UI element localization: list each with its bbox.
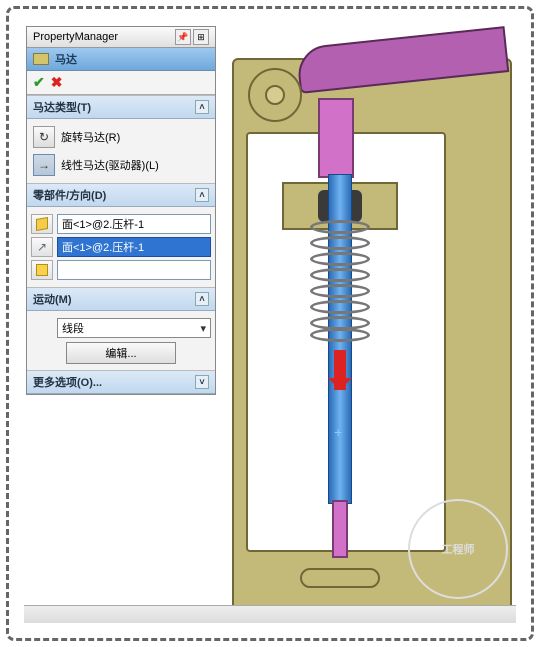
property-manager-panel: PropertyManager 📌 ⊞ 马达 ✔ ✖ 马达类型(T) ˄ ↻ 旋… (26, 26, 216, 395)
pm-title-text: PropertyManager (33, 31, 118, 43)
section-more-options: 更多选项(O)... ˅ (27, 370, 215, 394)
cancel-button[interactable]: ✖ (51, 74, 63, 91)
option-linear-motor[interactable]: → 线性马达(驱动器)(L) (31, 151, 211, 179)
confirm-bar: ✔ ✖ (27, 71, 215, 95)
feature-name-bar: 马达 (27, 48, 215, 71)
ok-button[interactable]: ✔ (33, 74, 45, 91)
motor-location-field[interactable]: 面<1>@2.压杆-1 (57, 214, 211, 234)
compression-spring (310, 220, 370, 340)
chevron-down-icon[interactable]: ˅ (195, 375, 209, 389)
graphics-viewport[interactable]: + 工程师 PropertyManager 📌 ⊞ 马达 ✔ ✖ 马达类型(T)… (12, 12, 528, 635)
relative-component-field[interactable] (57, 260, 211, 280)
section-header-motor-type[interactable]: 马达类型(T) ˄ (27, 96, 215, 119)
split-icon[interactable]: ⊞ (193, 29, 209, 45)
motion-type-select[interactable]: 线段 (57, 318, 211, 338)
origin-marker: + (334, 424, 342, 440)
section-header-more[interactable]: 更多选项(O)... ˅ (27, 371, 215, 394)
pm-titlebar: PropertyManager 📌 ⊞ (27, 27, 215, 48)
edit-button[interactable]: 编辑... (66, 342, 176, 364)
upper-link-rod (318, 98, 354, 178)
pin-icon[interactable]: 📌 (175, 29, 191, 45)
chevron-up-icon[interactable]: ˄ (195, 100, 209, 114)
face-selection-icon[interactable] (31, 214, 53, 234)
lower-pin (332, 500, 348, 558)
section-motor-type: 马达类型(T) ˄ ↻ 旋转马达(R) → 线性马达(驱动器)(L) (27, 95, 215, 183)
rotary-motor-icon: ↻ (33, 126, 55, 148)
section-component-direction: 零部件/方向(D) ˄ 面<1>@2.压杆-1 ↗ 面<1>@2.压杆-1 (27, 183, 215, 287)
chevron-up-icon[interactable]: ˄ (195, 292, 209, 306)
chevron-up-icon[interactable]: ˄ (195, 188, 209, 202)
feature-name: 马达 (55, 51, 77, 67)
section-header-component[interactable]: 零部件/方向(D) ˄ (27, 184, 215, 207)
direction-selection-icon[interactable]: ↗ (31, 237, 53, 257)
linear-motor-icon: → (33, 154, 55, 176)
anvil-base (300, 568, 380, 588)
motor-icon (33, 53, 49, 65)
motion-direction-arrow[interactable] (334, 350, 346, 390)
option-rotary-motor[interactable]: ↻ 旋转马达(R) (31, 123, 211, 151)
pm-title-actions: 📌 ⊞ (175, 29, 209, 45)
pivot-pin (265, 85, 285, 105)
section-motion: 运动(M) ˄ 线段 编辑... (27, 287, 215, 370)
motor-direction-field[interactable]: 面<1>@2.压杆-1 (57, 237, 211, 257)
relative-component-icon[interactable] (31, 260, 53, 280)
status-bar (24, 605, 516, 623)
watermark: 工程师 (408, 499, 508, 599)
section-header-motion[interactable]: 运动(M) ˄ (27, 288, 215, 311)
